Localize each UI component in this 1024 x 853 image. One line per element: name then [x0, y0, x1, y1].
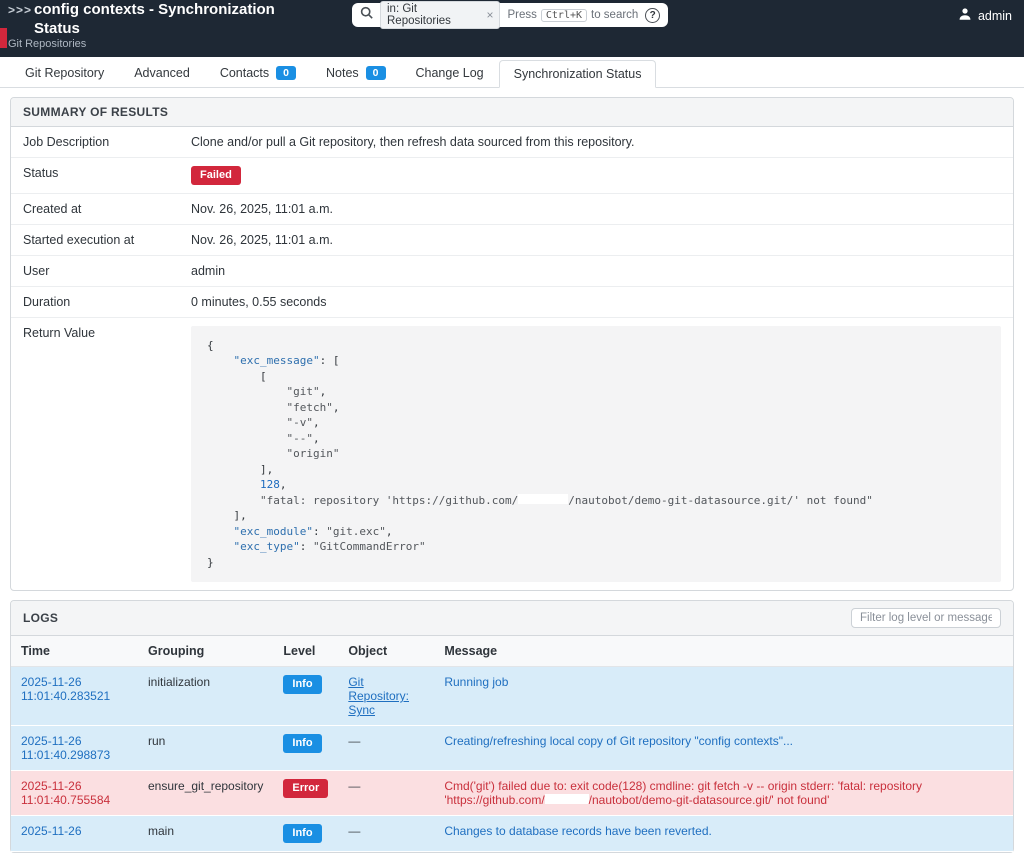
user-value: admin — [179, 255, 1013, 286]
tab-contacts-label: Contacts — [220, 66, 269, 80]
log-object-empty: — — [348, 779, 360, 793]
tab-synchronization-status[interactable]: Synchronization Status — [499, 60, 657, 88]
log-error-message-after: /nautobot/demo-git-datasource.git/' not … — [589, 793, 830, 807]
search-placeholder: Press Ctrl+K to search — [507, 9, 638, 22]
sidebar-accent — [0, 28, 7, 48]
tab-contacts[interactable]: Contacts 0 — [205, 59, 311, 87]
row-label: Job Description — [11, 127, 179, 158]
duration-value: 0 minutes, 0.55 seconds — [179, 286, 1013, 317]
global-search[interactable]: in: Git Repositories × Press Ctrl+K to s… — [352, 3, 668, 27]
log-row: 2025-11-26 11:01:40.298873 run Info — Cr… — [11, 726, 1013, 771]
nautobot-logo[interactable]: >>> — [8, 3, 32, 17]
search-hint-suffix: to search — [591, 9, 638, 21]
tab-bar: Git Repository Advanced Contacts 0 Notes… — [0, 57, 1024, 88]
col-header-object: Object — [338, 636, 434, 667]
job-description-value: Clone and/or pull a Git repository, then… — [179, 127, 1013, 158]
logs-header-row: Time Grouping Level Object Message — [11, 636, 1013, 667]
log-row: 2025-11-26 11:01:40.755584 ensure_git_re… — [11, 771, 1013, 816]
log-grouping: initialization — [138, 667, 273, 726]
user-menu[interactable]: admin — [958, 7, 1012, 24]
redacted-text — [545, 794, 589, 804]
top-navbar: >>> config contexts - Synchronization St… — [0, 0, 1024, 57]
summary-row-status: Status Failed — [11, 158, 1013, 194]
log-row: 2025-11-26 11:01:40.283521 initializatio… — [11, 667, 1013, 726]
log-time-link[interactable]: 2025-11-26 11:01:40.283521 — [21, 675, 110, 703]
summary-panel: SUMMARY OF RESULTS Job Description Clone… — [10, 97, 1014, 591]
log-level-badge: Info — [283, 824, 321, 843]
notes-count-badge: 0 — [366, 66, 386, 80]
log-grouping: run — [138, 726, 273, 771]
summary-row-job-description: Job Description Clone and/or pull a Git … — [11, 127, 1013, 158]
summary-panel-heading: SUMMARY OF RESULTS — [11, 98, 1013, 127]
logs-heading-label: LOGS — [23, 611, 58, 625]
row-label: Created at — [11, 193, 179, 224]
tab-notes[interactable]: Notes 0 — [311, 59, 401, 87]
log-time-link[interactable]: 2025-11-26 11:01:40.298873 — [21, 734, 110, 762]
log-level-badge: Info — [283, 675, 321, 694]
summary-row-duration: Duration 0 minutes, 0.55 seconds — [11, 286, 1013, 317]
logs-panel: LOGS Time Grouping Level Object Message … — [10, 600, 1014, 853]
summary-table: Job Description Clone and/or pull a Git … — [11, 127, 1013, 590]
tab-change-log[interactable]: Change Log — [401, 59, 499, 87]
search-scope-label: in: Git Repositories — [387, 3, 481, 27]
search-icon — [360, 6, 373, 24]
status-badge: Failed — [191, 166, 241, 185]
log-time-link[interactable]: 2025-11-26 11:01:40.755584 — [21, 779, 110, 807]
contacts-count-badge: 0 — [276, 66, 296, 80]
tab-git-repository[interactable]: Git Repository — [10, 59, 119, 87]
log-message-link[interactable]: Creating/refreshing local copy of Git re… — [444, 734, 793, 748]
log-object-empty: — — [348, 824, 360, 838]
log-filter-input[interactable] — [851, 608, 1001, 628]
summary-heading-label: SUMMARY OF RESULTS — [23, 105, 168, 119]
log-level-badge: Info — [283, 734, 321, 753]
row-label: User — [11, 255, 179, 286]
row-label: Started execution at — [11, 224, 179, 255]
col-header-grouping: Grouping — [138, 636, 273, 667]
search-scope-chip[interactable]: in: Git Repositories × — [380, 1, 500, 29]
row-label: Duration — [11, 286, 179, 317]
log-object-empty: — — [348, 734, 360, 748]
created-at-value: Nov. 26, 2025, 11:01 a.m. — [179, 193, 1013, 224]
summary-row-user: User admin — [11, 255, 1013, 286]
return-value-code: { "exc_message": [ [ "git", "fetch", "-v… — [191, 326, 1001, 583]
breadcrumb[interactable]: Git Repositories — [8, 38, 86, 50]
col-header-level: Level — [273, 636, 338, 667]
help-icon[interactable]: ? — [645, 8, 660, 23]
started-at-value: Nov. 26, 2025, 11:01 a.m. — [179, 224, 1013, 255]
log-time-link[interactable]: 2025-11-26 — [21, 824, 82, 838]
log-message-link[interactable]: Running job — [444, 675, 508, 689]
row-label: Return Value — [11, 317, 179, 590]
logs-panel-heading: LOGS — [11, 601, 1013, 636]
username-label: admin — [978, 9, 1012, 23]
log-row: 2025-11-26 main Info — Changes to databa… — [11, 816, 1013, 852]
user-icon — [958, 7, 972, 24]
log-object-link[interactable]: Git Repository: Sync — [348, 675, 409, 717]
summary-row-started-at: Started execution at Nov. 26, 2025, 11:0… — [11, 224, 1013, 255]
log-grouping: ensure_git_repository — [138, 771, 273, 816]
tab-advanced[interactable]: Advanced — [119, 59, 205, 87]
col-header-time: Time — [11, 636, 138, 667]
logs-table: Time Grouping Level Object Message 2025-… — [11, 636, 1013, 852]
log-error-message: Cmd('git') failed due to: exit code(128)… — [434, 771, 1013, 816]
col-header-message: Message — [434, 636, 1013, 667]
log-grouping: main — [138, 816, 273, 852]
log-message-link[interactable]: Changes to database records have been re… — [444, 824, 712, 838]
search-hint-prefix: Press — [507, 9, 536, 21]
tab-notes-label: Notes — [326, 66, 359, 80]
summary-row-return-value: Return Value { "exc_message": [ [ "git",… — [11, 317, 1013, 590]
ctrl-k-kbd: Ctrl+K — [541, 9, 587, 22]
row-label: Status — [11, 158, 179, 194]
summary-row-created-at: Created at Nov. 26, 2025, 11:01 a.m. — [11, 193, 1013, 224]
page-title: config contexts - Synchronization Status — [34, 1, 302, 39]
log-level-badge: Error — [283, 779, 328, 798]
chip-close-icon[interactable]: × — [486, 9, 493, 21]
